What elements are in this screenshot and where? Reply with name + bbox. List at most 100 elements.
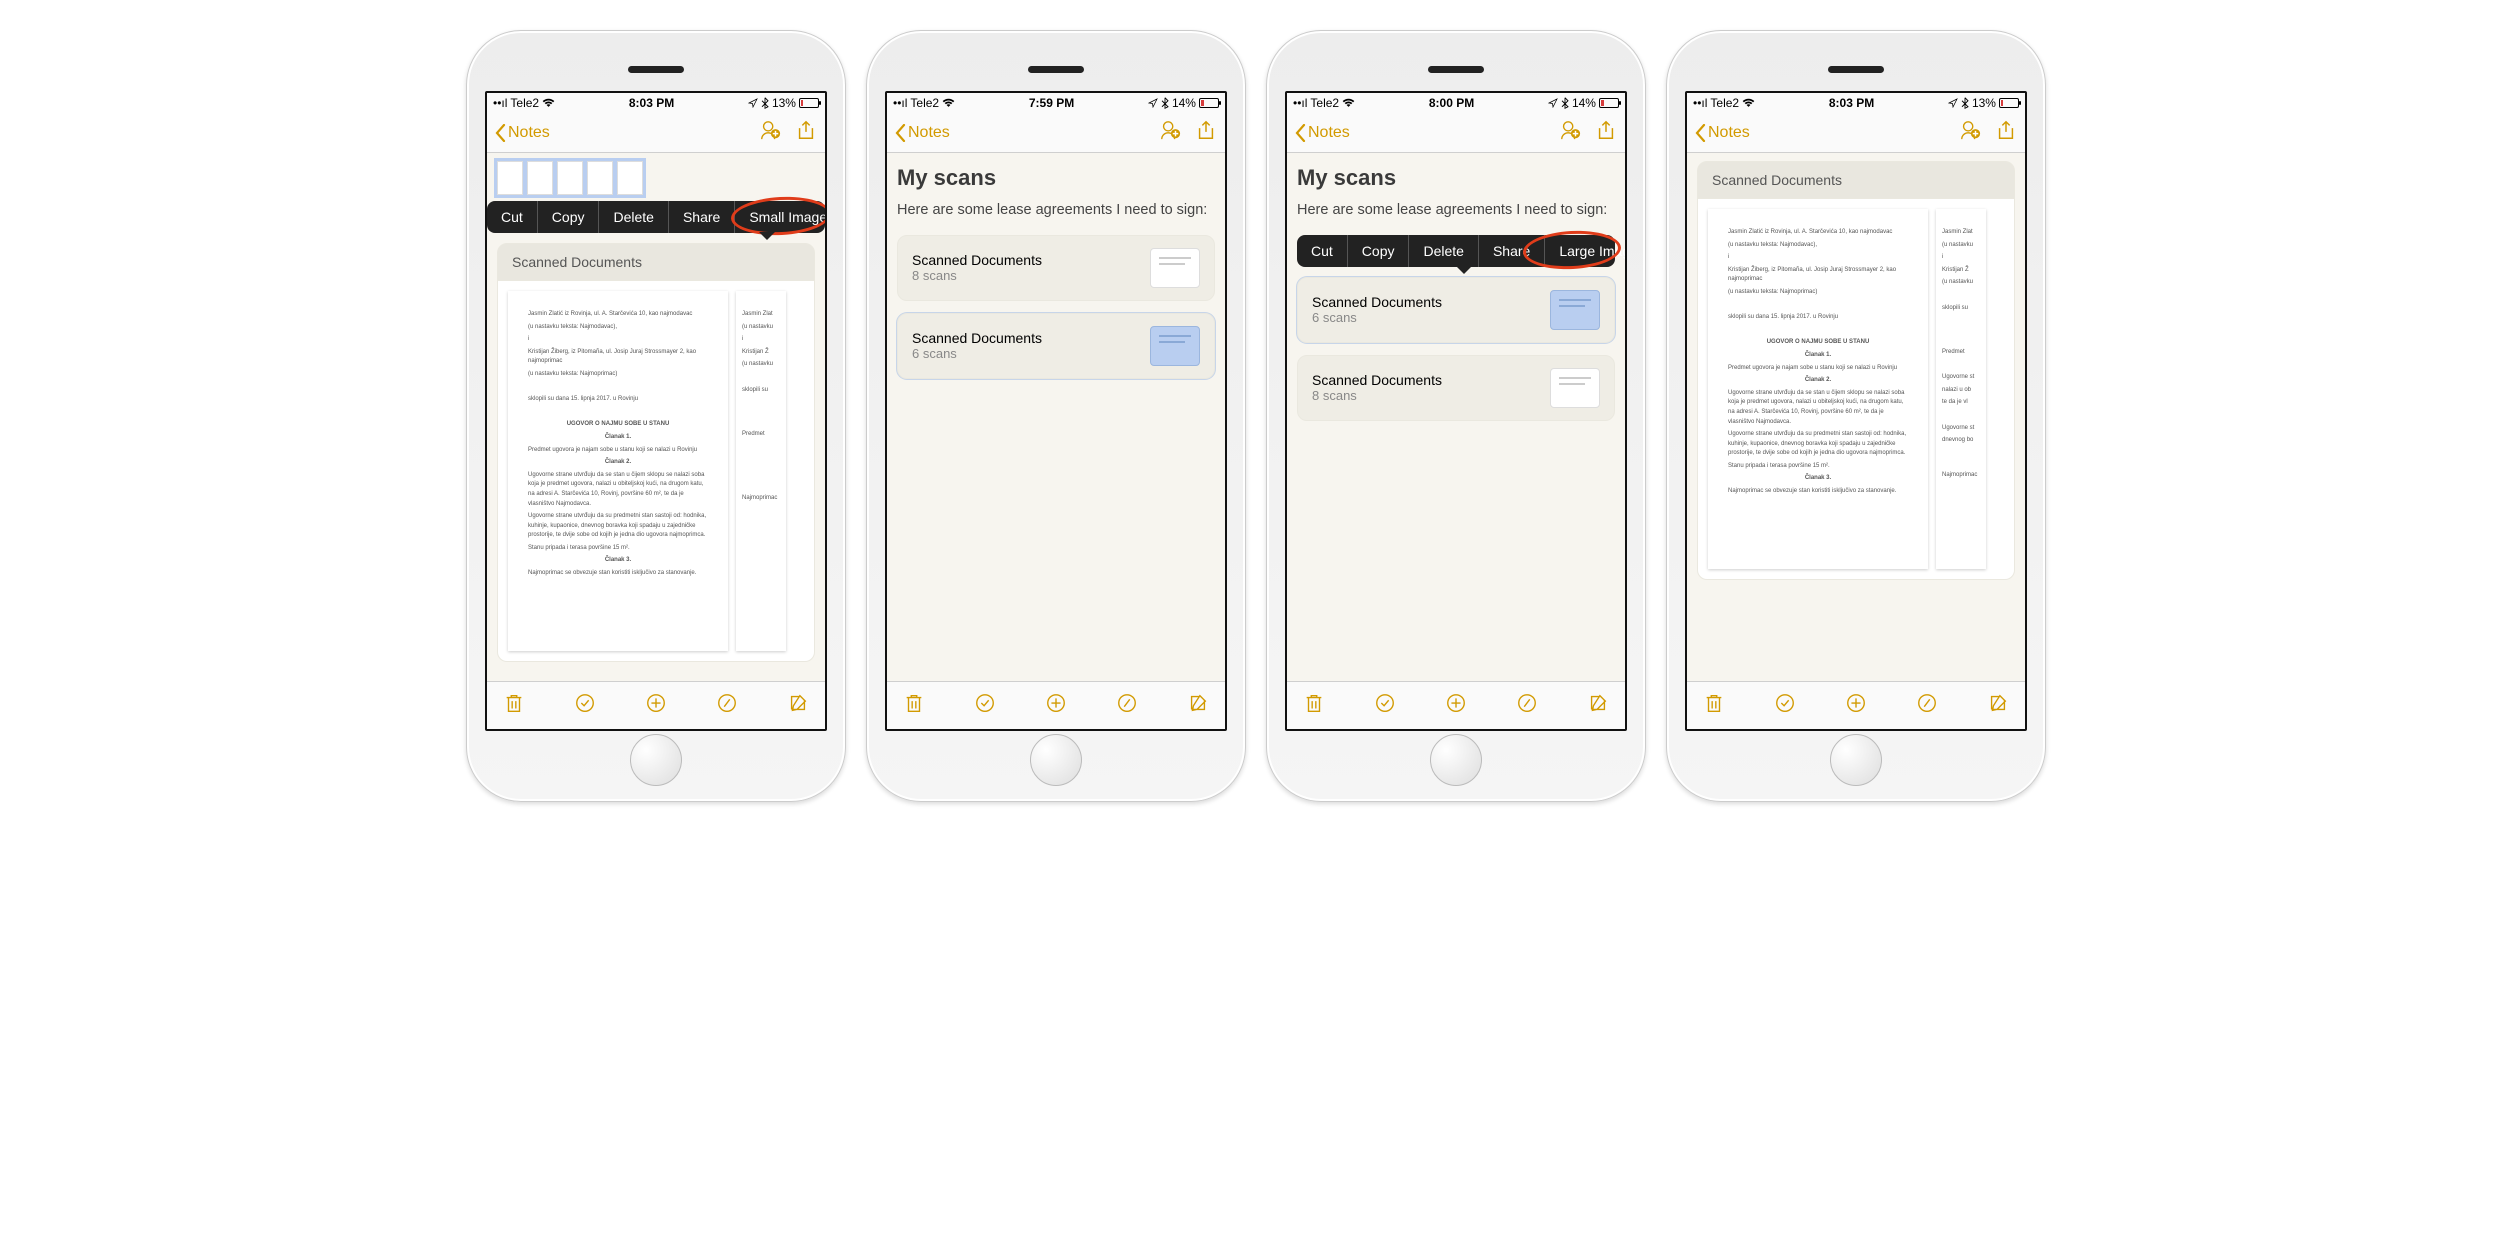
status-time: 8:03 PM	[629, 96, 674, 110]
share-button[interactable]	[1195, 119, 1217, 146]
location-icon	[1548, 98, 1558, 108]
context-copy[interactable]: Copy	[538, 201, 600, 233]
checklist-button[interactable]	[1774, 692, 1796, 719]
context-delete[interactable]: Delete	[1409, 235, 1478, 267]
compose-button[interactable]	[1987, 692, 2009, 719]
share-button[interactable]	[1995, 119, 2017, 146]
carrier-label: Tele2	[1710, 96, 1739, 110]
add-button[interactable]	[645, 692, 667, 719]
context-share[interactable]: Share	[669, 201, 735, 233]
share-button[interactable]	[1595, 119, 1617, 146]
screen: ••ıl Tele2 7:59 PM 14% Notes My scans	[885, 91, 1227, 731]
compose-button[interactable]	[1587, 692, 1609, 719]
collaborate-button[interactable]	[1559, 119, 1581, 146]
location-icon	[1148, 98, 1158, 108]
attachment-body[interactable]: Jasmin Zlatić iz Rovinja, ul. A. Starčev…	[1697, 199, 2015, 580]
signal-icon: ••ıl	[493, 96, 507, 110]
checklist-button[interactable]	[574, 692, 596, 719]
page-thumbnail[interactable]	[617, 161, 643, 195]
carrier-label: Tele2	[1310, 96, 1339, 110]
back-button[interactable]: Notes	[495, 124, 550, 142]
wifi-icon	[542, 98, 555, 108]
status-time: 7:59 PM	[1029, 96, 1074, 110]
card-subtitle: 8 scans	[1312, 388, 1442, 403]
note-title: My scans	[1297, 165, 1615, 191]
collaborate-button[interactable]	[1959, 119, 1981, 146]
doc-thumb-icon	[1150, 326, 1200, 366]
share-button[interactable]	[795, 119, 817, 146]
nav-bar: Notes	[1287, 113, 1625, 153]
card-subtitle: 6 scans	[912, 346, 1042, 361]
nav-bar: Notes	[1687, 113, 2025, 153]
trash-button[interactable]	[1303, 692, 1325, 719]
back-button[interactable]: Notes	[1695, 124, 1750, 142]
card-title: Scanned Documents	[1312, 294, 1442, 310]
context-large-images[interactable]: Large Images	[1545, 235, 1625, 267]
nav-bar: Notes	[887, 113, 1225, 153]
add-button[interactable]	[1045, 692, 1067, 719]
note-body[interactable]: My scans Here are some lease agreements …	[1287, 153, 1625, 681]
trash-button[interactable]	[903, 692, 925, 719]
status-bar: ••ıl Tele2 8:03 PM 13%	[487, 93, 825, 113]
doc-thumb-icon	[1150, 248, 1200, 288]
scan-attachment-card[interactable]: Scanned Documents 6 scans	[897, 313, 1215, 379]
scanned-page: Jasmin Zlatić iz Rovinja, ul. A. Starčev…	[1708, 209, 1928, 569]
bluetooth-icon	[761, 97, 769, 109]
signal-icon: ••ıl	[1693, 96, 1707, 110]
back-button[interactable]: Notes	[895, 124, 950, 142]
attachment-title: Scanned Documents	[1697, 161, 2015, 199]
draw-button[interactable]	[1116, 692, 1138, 719]
context-small-images[interactable]: Small Images	[735, 201, 825, 233]
wifi-icon	[1342, 98, 1355, 108]
scan-attachment-card[interactable]: Scanned Documents 8 scans	[1297, 355, 1615, 421]
add-button[interactable]	[1445, 692, 1467, 719]
draw-button[interactable]	[716, 692, 738, 719]
screen: ••ıl Tele2 8:00 PM 14% Notes My scans	[1285, 91, 1627, 731]
add-button[interactable]	[1845, 692, 1867, 719]
phone-frame: ••ıl Tele2 8:03 PM 13% Notes Scanned Doc…	[1666, 30, 2046, 802]
note-body: Scanned Documents Jasmin Zlatić iz Rovin…	[1687, 153, 2025, 681]
draw-button[interactable]	[1516, 692, 1538, 719]
scanned-page-partial: Jasmin Zlat(u nastavkuiKristijan Ž(u nas…	[736, 291, 786, 651]
context-share[interactable]: Share	[1479, 235, 1545, 267]
page-thumbnail[interactable]	[587, 161, 613, 195]
status-bar: ••ıl Tele2 8:00 PM 14%	[1287, 93, 1625, 113]
trash-button[interactable]	[503, 692, 525, 719]
toolbar	[887, 681, 1225, 729]
compose-button[interactable]	[787, 692, 809, 719]
draw-button[interactable]	[1916, 692, 1938, 719]
screen: ••ıl Tele2 8:03 PM 13% Notes Scanned Doc…	[1685, 91, 2027, 731]
context-menu: Cut Copy Delete Share Small Images	[487, 201, 825, 233]
phone-frame: ••ıl Tele2 8:00 PM 14% Notes My scans	[1266, 30, 1646, 802]
battery-indicator: 14%	[1172, 96, 1219, 110]
scan-attachment-card[interactable]: Scanned Documents 6 scans	[1297, 277, 1615, 343]
bluetooth-icon	[1561, 97, 1569, 109]
checklist-button[interactable]	[974, 692, 996, 719]
trash-button[interactable]	[1703, 692, 1725, 719]
carrier-label: Tele2	[510, 96, 539, 110]
status-time: 8:00 PM	[1429, 96, 1474, 110]
collaborate-button[interactable]	[1159, 119, 1181, 146]
scan-attachment-card[interactable]: Scanned Documents 8 scans	[897, 235, 1215, 301]
context-delete[interactable]: Delete	[599, 201, 668, 233]
card-title: Scanned Documents	[912, 252, 1042, 268]
collaborate-button[interactable]	[759, 119, 781, 146]
wifi-icon	[942, 98, 955, 108]
context-cut[interactable]: Cut	[487, 201, 538, 233]
checklist-button[interactable]	[1374, 692, 1396, 719]
page-thumbnail[interactable]	[497, 161, 523, 195]
note-body[interactable]: My scans Here are some lease agreements …	[887, 153, 1225, 681]
note-text: Here are some lease agreements I need to…	[897, 201, 1215, 221]
attachment-title: Scanned Documents	[497, 243, 815, 281]
location-icon	[1948, 98, 1958, 108]
page-thumbnail[interactable]	[527, 161, 553, 195]
back-button[interactable]: Notes	[1295, 124, 1350, 142]
signal-icon: ••ıl	[1293, 96, 1307, 110]
context-cut[interactable]: Cut	[1297, 235, 1348, 267]
phone-frame: ••ıl Tele2 8:03 PM 13%	[466, 30, 846, 802]
compose-button[interactable]	[1187, 692, 1209, 719]
page-thumbnail[interactable]	[557, 161, 583, 195]
context-copy[interactable]: Copy	[1348, 235, 1410, 267]
attachment-body[interactable]: Jasmin Zlatić iz Rovinja, ul. A. Starčev…	[497, 281, 815, 662]
scanned-page: Jasmin Zlatić iz Rovinja, ul. A. Starčev…	[508, 291, 728, 651]
